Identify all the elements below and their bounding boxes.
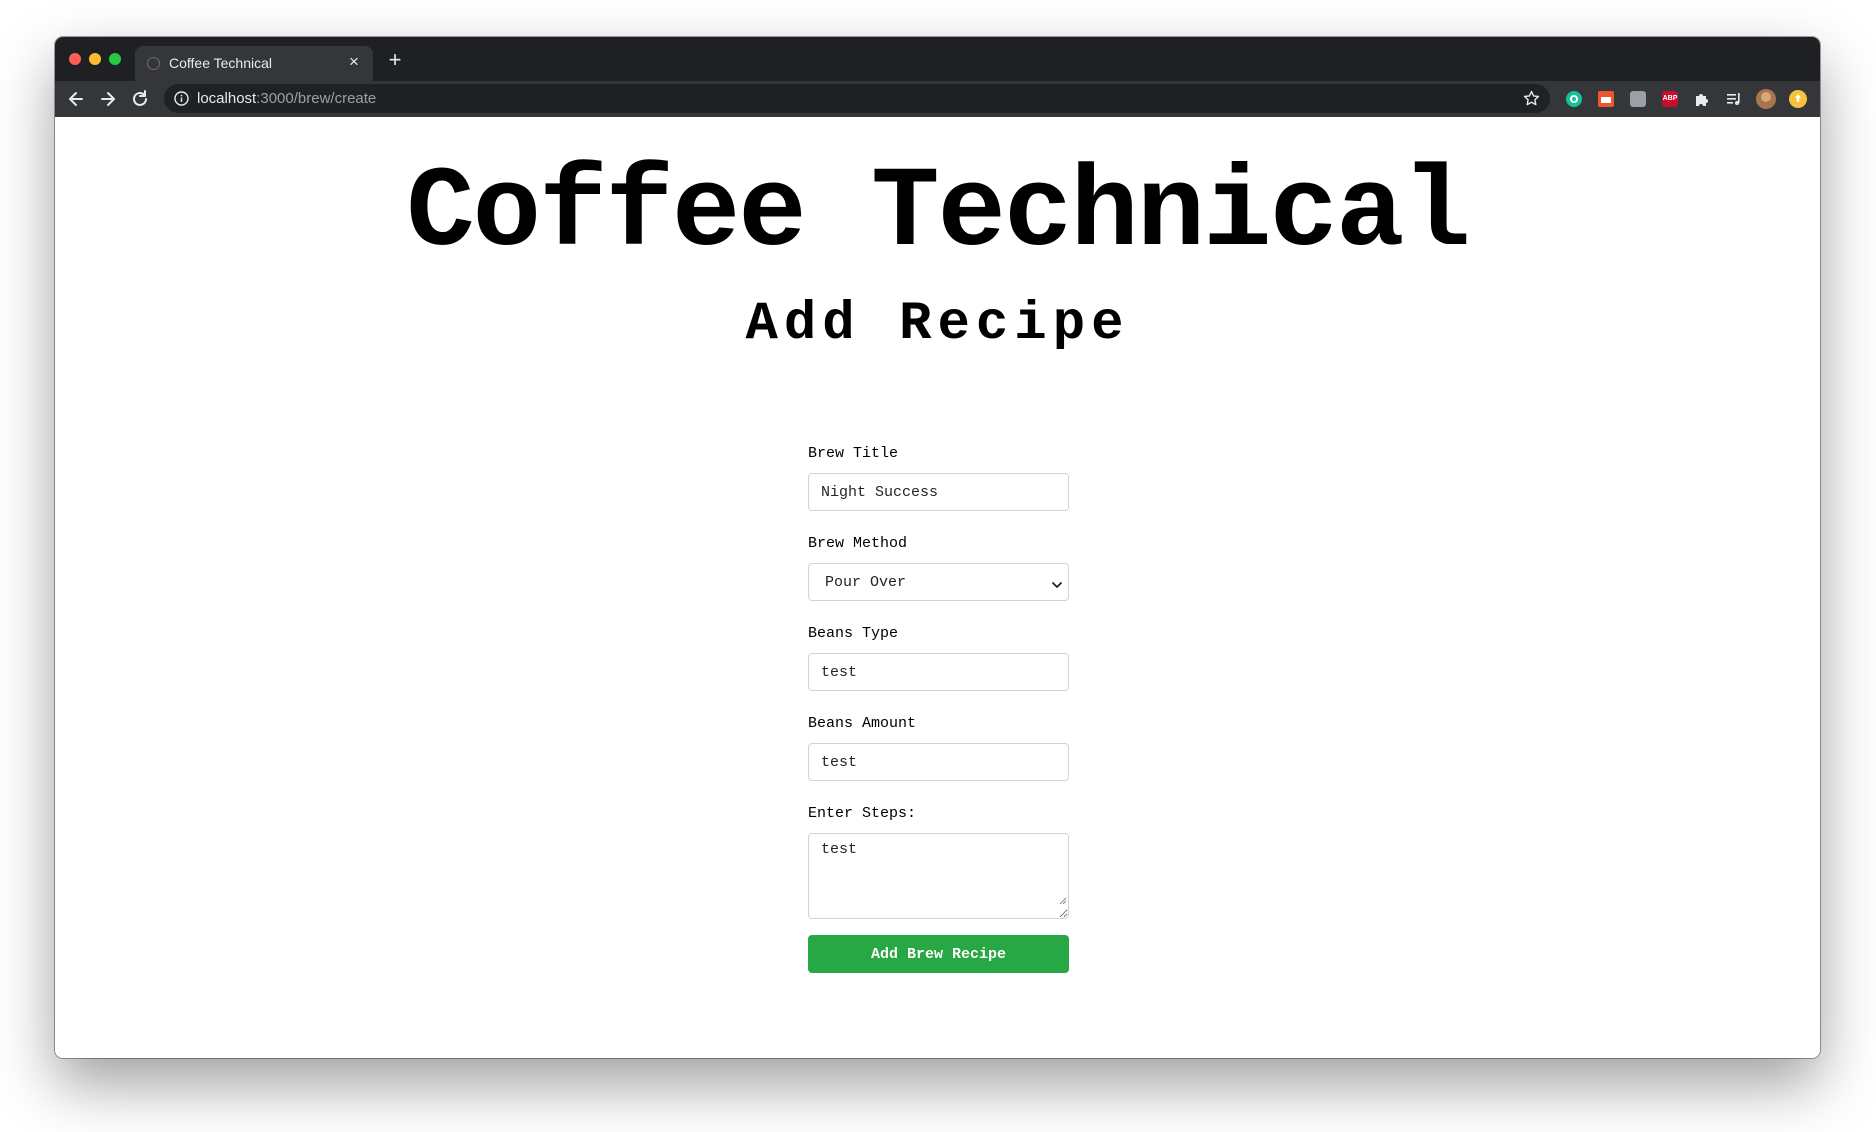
abp-icon[interactable]: ABP — [1662, 91, 1678, 107]
beans-type-label: Beans Type — [808, 625, 899, 642]
back-icon[interactable] — [65, 88, 87, 110]
brew-method-label: Brew Method — [808, 535, 908, 552]
browser-toolbar: localhost:3000/brew/create ABP — [55, 81, 1820, 117]
add-recipe-form: Brew Title Brew Method Pour Over Beans T… — [808, 444, 1069, 973]
browser-tab[interactable]: Coffee Technical × — [135, 46, 373, 81]
steps-textarea[interactable]: test — [808, 833, 1069, 919]
address-bar[interactable]: localhost:3000/brew/create — [164, 84, 1550, 113]
gray-extension-icon[interactable] — [1630, 91, 1646, 107]
calendar-extension-icon[interactable] — [1598, 91, 1614, 107]
info-icon[interactable] — [174, 91, 189, 106]
grammarly-icon[interactable] — [1566, 91, 1582, 107]
url-text: localhost:3000/brew/create — [197, 90, 376, 107]
steps-textarea-wrapper: test — [808, 833, 1069, 919]
update-icon[interactable] — [1789, 90, 1807, 108]
brew-method-select-wrapper: Pour Over — [808, 563, 1069, 601]
reload-icon[interactable] — [129, 88, 151, 110]
bookmark-star-icon[interactable] — [1523, 90, 1540, 107]
beans-type-input[interactable] — [808, 653, 1069, 691]
beans-amount-label: Beans Amount — [808, 715, 917, 732]
tab-bar: Coffee Technical × + — [55, 37, 1820, 81]
close-window-button[interactable] — [69, 53, 81, 65]
add-brew-recipe-button[interactable]: Add Brew Recipe — [808, 935, 1069, 973]
new-tab-button[interactable]: + — [385, 49, 405, 71]
globe-icon — [147, 57, 160, 70]
maximize-window-button[interactable] — [109, 53, 121, 65]
url-host: localhost — [197, 90, 257, 107]
tab-title: Coffee Technical — [169, 55, 272, 71]
forward-icon[interactable] — [97, 88, 119, 110]
profile-avatar[interactable] — [1756, 89, 1776, 109]
page-title: Add Recipe — [745, 294, 1130, 355]
minimize-window-button[interactable] — [89, 53, 101, 65]
media-queue-icon[interactable] — [1726, 91, 1742, 107]
brew-title-input[interactable] — [808, 473, 1069, 511]
beans-amount-input[interactable] — [808, 743, 1069, 781]
url-path: :3000/brew/create — [256, 90, 377, 107]
site-title: Coffee Technical — [406, 150, 1471, 279]
brew-method-select[interactable]: Pour Over — [808, 563, 1069, 601]
page-content: Coffee Technical Add Recipe Brew Title B… — [55, 117, 1820, 1058]
steps-label: Enter Steps: — [808, 805, 917, 822]
puzzle-icon[interactable] — [1694, 91, 1710, 107]
brew-title-label: Brew Title — [808, 445, 899, 462]
close-tab-icon[interactable]: × — [345, 53, 363, 71]
browser-window: Coffee Technical × + localhost:3000/brew… — [55, 37, 1820, 1058]
